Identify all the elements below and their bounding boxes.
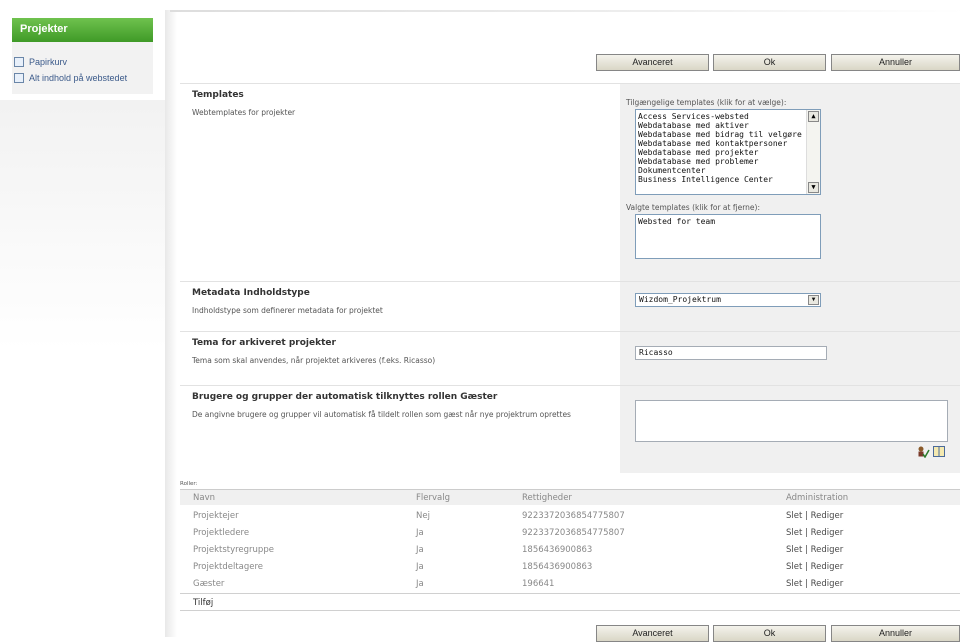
roles-table-header: Navn Flervalg Rettigheder Administration [180, 489, 960, 505]
role-admin-links[interactable]: Slet | Rediger [786, 528, 843, 538]
available-templates-label: Tilgængelige templates (klik for at vælg… [626, 98, 787, 107]
table-row: Projektdeltagere Ja 1856436900863 Slet | Re… [180, 559, 960, 576]
metadata-section: Metadata Indholdstype Indholdstype som d… [180, 281, 960, 331]
add-role-row: Tilføj [180, 593, 960, 611]
template-option[interactable]: Webdatabase med projekter [636, 148, 820, 157]
role-rights: 1856436900863 [522, 562, 593, 572]
template-option[interactable]: Business Intelligence Center [636, 175, 820, 184]
scroll-down-icon[interactable]: ▼ [808, 182, 819, 193]
scroll-up-icon[interactable]: ▲ [808, 111, 819, 122]
ok-button-bottom[interactable]: Ok [713, 625, 826, 642]
role-rights: 196641 [522, 579, 555, 589]
advanced-button-bottom[interactable]: Avanceret [596, 625, 709, 642]
sidebar-link-recycle-bin[interactable]: Papirkurv [14, 55, 67, 69]
templates-section: Templates Webtemplates for projekter Til… [180, 83, 960, 281]
sidebar-link-label: Alt indhold på webstedet [29, 73, 128, 83]
column-header-name: Navn [193, 493, 215, 503]
content-type-select[interactable]: Wizdom_Projektrum ▼ [635, 293, 821, 307]
metadata-title: Metadata Indholdstype [192, 288, 310, 298]
theme-section: Tema for arkiveret projekter Tema som sk… [180, 331, 960, 385]
sidebar-header[interactable]: Projekter [12, 18, 153, 42]
available-templates-list[interactable]: Access Services-websted Webdatabase med a… [635, 109, 821, 195]
chevron-down-icon[interactable]: ▼ [808, 295, 819, 305]
role-admin-links[interactable]: Slet | Rediger [786, 545, 843, 555]
role-multi: Nej [416, 511, 430, 521]
table-row: Projektstyregruppe Ja 1856436900863 Slet | … [180, 542, 960, 559]
check-names-icon[interactable] [917, 446, 930, 458]
role-multi: Ja [416, 562, 424, 572]
content-top-border [170, 10, 965, 12]
templates-description: Webtemplates for projekter [192, 108, 296, 117]
role-multi: Ja [416, 579, 424, 589]
metadata-description: Indholdstype som definerer metadata for … [192, 306, 383, 315]
template-option[interactable]: Webdatabase med kontaktpersoner [636, 139, 820, 148]
column-header-rights: Rettigheder [522, 493, 572, 503]
add-role-link[interactable]: Tilføj [193, 598, 213, 608]
template-option[interactable]: Dokumentcenter [636, 166, 820, 175]
content-type-value: Wizdom_Projektrum [639, 295, 721, 304]
role-name: Gæster [193, 579, 225, 589]
content-shadow [165, 10, 177, 637]
role-admin-links[interactable]: Slet | Rediger [786, 579, 843, 589]
site-content-icon [14, 73, 24, 83]
sidebar-link-label: Papirkurv [29, 57, 68, 67]
role-rights: 1856436900863 [522, 545, 593, 555]
role-name: Projektledere [193, 528, 250, 538]
template-option[interactable]: Webdatabase med problemer [636, 157, 820, 166]
cancel-button[interactable]: Annuller [831, 54, 960, 71]
theme-description: Tema som skal anvendes, når projektet ar… [192, 356, 436, 365]
table-row: Gæster Ja 196641 Slet | Rediger [180, 576, 960, 593]
role-name: Projektdeltagere [193, 562, 264, 572]
table-row: Projektejer Nej 9223372036854775807 Slet | … [180, 508, 960, 525]
guests-section: Brugere og grupper der automatisk tilkny… [180, 385, 960, 473]
role-admin-links[interactable]: Slet | Rediger [786, 511, 843, 521]
template-option[interactable]: Webdatabase med aktiver [636, 121, 820, 130]
role-name: Projektejer [193, 511, 239, 521]
role-name: Projektstyregruppe [193, 545, 274, 555]
templates-title: Templates [192, 90, 244, 100]
selected-template-option[interactable]: Websted for team [636, 217, 820, 226]
role-admin-links[interactable]: Slet | Rediger [786, 562, 843, 572]
template-option[interactable]: Access Services-websted [636, 112, 820, 121]
archive-theme-input[interactable]: Ricasso [635, 346, 827, 360]
selected-templates-list[interactable]: Websted for team [635, 214, 821, 259]
role-rights: 9223372036854775807 [522, 528, 625, 538]
sidebar-fade [0, 100, 165, 350]
roles-label: Roller: [180, 481, 198, 487]
guest-users-picker[interactable] [635, 400, 948, 442]
templates-controls: Tilgængelige templates (klik for at vælg… [620, 84, 960, 281]
role-rights: 9223372036854775807 [522, 511, 625, 521]
role-multi: Ja [416, 528, 424, 538]
selected-templates-label: Valgte templates (klik for at fjerne): [626, 203, 760, 212]
advanced-button[interactable]: Avanceret [596, 54, 709, 71]
guests-title: Brugere og grupper der automatisk tilkny… [192, 392, 498, 402]
listbox-scrollbar[interactable]: ▲ ▼ [806, 110, 820, 194]
ok-button[interactable]: Ok [713, 54, 826, 71]
guests-description: De angivne brugere og grupper vil automa… [192, 410, 571, 419]
cancel-button-bottom[interactable]: Annuller [831, 625, 960, 642]
recycle-bin-icon [14, 57, 24, 67]
table-row: Projektledere Ja 9223372036854775807 Slet |… [180, 525, 960, 542]
theme-title: Tema for arkiveret projekter [192, 338, 336, 348]
address-book-icon[interactable] [933, 446, 945, 457]
sidebar-link-all-content[interactable]: Alt indhold på webstedet [14, 71, 127, 85]
sidebar: Projekter Papirkurv Alt indhold på webst… [0, 0, 165, 637]
column-header-admin: Administration [786, 493, 849, 503]
role-multi: Ja [416, 545, 424, 555]
column-header-multi: Flervalg [416, 493, 450, 503]
template-option[interactable]: Webdatabase med bidrag til velgøre [636, 130, 820, 139]
archive-theme-value: Ricasso [639, 348, 673, 357]
